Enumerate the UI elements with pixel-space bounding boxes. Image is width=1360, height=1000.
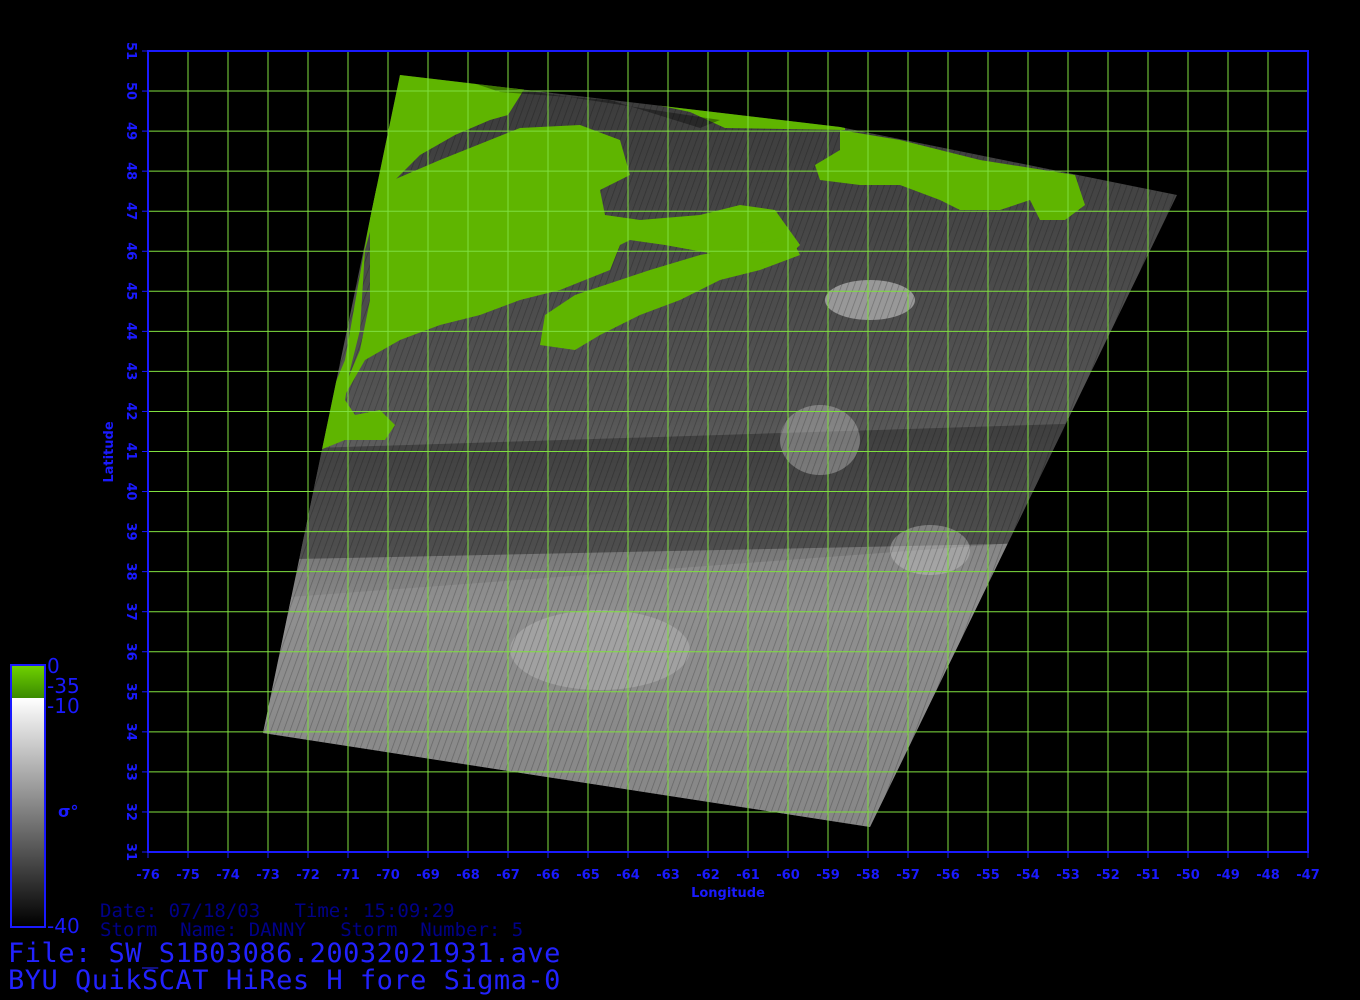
- colorbar-ocean: [10, 698, 46, 928]
- x-tick-label: -61: [736, 868, 760, 883]
- lat-lon-grid: [147, 50, 1309, 853]
- y-tick-label: 41: [123, 442, 138, 460]
- map-figure: -76 -75 -74 -73 -72 -71 -70 -69 -68 -67 -66 -65 -64 -…: [102, 42, 1320, 901]
- colorbar-ocean-max: -10: [47, 694, 80, 718]
- y-tick-label: 49: [123, 122, 138, 140]
- y-tick-label: 48: [123, 162, 138, 180]
- y-tick-label: 39: [123, 523, 138, 541]
- x-tick-label: -47: [1296, 868, 1320, 883]
- x-tick-label: -72: [296, 868, 320, 883]
- y-tick-label: 35: [123, 683, 138, 701]
- product-title: BYU QuikSCAT HiRes H fore Sigma-0: [8, 965, 561, 996]
- y-tick-label: 51: [123, 42, 138, 60]
- colorbar-land: [10, 664, 46, 700]
- x-tick-label: -67: [496, 868, 520, 883]
- y-tick-label: 46: [123, 242, 138, 260]
- x-tick-label: -53: [1056, 868, 1080, 883]
- y-tick-label: 33: [123, 763, 138, 781]
- y-tick-label: 45: [123, 282, 138, 300]
- y-tick-label: 47: [123, 202, 138, 220]
- x-tick-label: -76: [136, 868, 160, 883]
- x-tick-label: -56: [936, 868, 960, 883]
- y-tick-label: 38: [123, 563, 138, 581]
- x-tick-label: -73: [256, 868, 280, 883]
- x-tick-label: -51: [1136, 868, 1160, 883]
- x-tick-label: -59: [816, 868, 840, 883]
- y-tick-label: 50: [123, 82, 138, 100]
- x-tick-label: -52: [1096, 868, 1120, 883]
- y-tick-labels: 31 32 33 34 35 36 37 38 39 40 41 42 43 44 45 46 47 48 49 50…: [123, 42, 148, 861]
- x-tick-label: -50: [1176, 868, 1200, 883]
- y-tick-label: 44: [123, 322, 138, 340]
- x-tick-label: -69: [416, 868, 440, 883]
- y-tick-label: 42: [123, 402, 138, 420]
- x-tick-label: -63: [656, 868, 680, 883]
- x-tick-label: -60: [776, 868, 800, 883]
- colorbar-ocean-min: -40: [47, 914, 80, 938]
- y-tick-label: 32: [123, 803, 138, 821]
- x-tick-labels: -76 -75 -74 -73 -72 -71 -70 -69 -68 -67 -66 -65 -64 -…: [136, 852, 1320, 883]
- x-tick-label: -57: [896, 868, 920, 883]
- y-tick-label: 37: [123, 603, 138, 621]
- y-axis-label: Latitude: [102, 421, 117, 483]
- x-tick-label: -66: [536, 868, 560, 883]
- x-tick-label: -75: [176, 868, 200, 883]
- y-tick-label: 40: [123, 483, 138, 501]
- y-tick-label: 43: [123, 362, 138, 380]
- x-tick-label: -71: [336, 868, 360, 883]
- x-tick-label: -70: [376, 868, 400, 883]
- x-tick-label: -68: [456, 868, 480, 883]
- x-axis-label: Longitude: [691, 886, 765, 901]
- x-tick-label: -65: [576, 868, 600, 883]
- colorbar-symbol: σ°: [58, 802, 79, 821]
- x-tick-label: -58: [856, 868, 880, 883]
- x-tick-label: -64: [616, 868, 640, 883]
- x-tick-label: -62: [696, 868, 720, 883]
- x-tick-label: -54: [1016, 868, 1040, 883]
- x-tick-label: -49: [1216, 868, 1240, 883]
- x-tick-label: -48: [1256, 868, 1280, 883]
- x-tick-label: -55: [976, 868, 1000, 883]
- swath-image: [263, 75, 1177, 827]
- y-tick-label: 31: [123, 843, 138, 861]
- y-tick-label: 36: [123, 643, 138, 661]
- y-tick-label: 34: [123, 723, 138, 741]
- x-tick-label: -74: [216, 868, 240, 883]
